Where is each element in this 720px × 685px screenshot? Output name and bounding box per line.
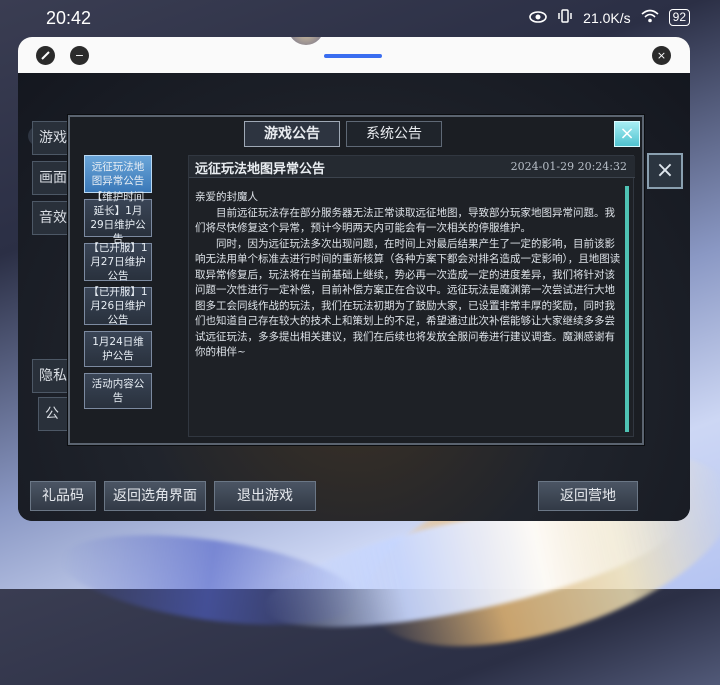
tab-system-announcement[interactable]: 系统公告 <box>346 121 442 147</box>
announcement-content: 远征玩法地图异常公告 2024-01-29 20:24:32 亲爱的封魔人 目前… <box>188 155 635 437</box>
return-character-select-button[interactable]: 返回选角界面 <box>104 481 206 511</box>
window-minimize-button[interactable]: − <box>70 46 89 65</box>
exit-game-button[interactable]: 退出游戏 <box>214 481 316 511</box>
announcement-title: 远征玩法地图异常公告 <box>195 162 326 177</box>
announcement-item[interactable]: 【维护时间延长】1月29日维护公告 <box>84 191 152 245</box>
announcement-item[interactable]: 【已开服】1月26日维护公告 <box>84 286 152 326</box>
announcement-header: 远征玩法地图异常公告 2024-01-29 20:24:32 <box>189 156 635 178</box>
window-titlebar: − × <box>18 37 690 73</box>
window-app-icon <box>288 37 324 45</box>
content-scrollbar[interactable] <box>625 186 629 432</box>
window-drag-handle[interactable] <box>324 54 382 58</box>
eye-icon <box>529 10 547 26</box>
game-menu-button[interactable]: 画面 <box>32 161 72 195</box>
tab-game-announcement[interactable]: 游戏公告 <box>244 121 340 147</box>
game-menu-button[interactable]: 隐私 <box>32 359 72 393</box>
wifi-icon <box>641 9 659 26</box>
window-close-button[interactable]: × <box>652 46 671 65</box>
game-close-button[interactable]: × <box>647 153 683 189</box>
announcement-dialog: 游戏公告 系统公告 × 远征玩法地图异常公告 【维护时间延长】1月29日维护公告… <box>68 115 644 445</box>
return-camp-button[interactable]: 返回营地 <box>538 481 638 511</box>
announcement-item[interactable]: 远征玩法地图异常公告 <box>84 155 152 193</box>
dialog-close-button[interactable]: × <box>614 121 640 147</box>
announcement-date: 2024-01-29 20:24:32 <box>510 160 627 173</box>
announcement-greeting: 亲爱的封魔人 <box>195 191 258 203</box>
status-icons: 21.0K/s 92 <box>529 9 690 26</box>
scrollbar-thumb[interactable] <box>625 186 629 432</box>
announcement-paragraph: 同时，因为远征玩法多次出现问题，在时间上对最后结果产生了一定的影响，目前该影响无… <box>195 237 621 359</box>
announcement-item[interactable]: 1月24日维护公告 <box>84 331 152 367</box>
announcement-item[interactable]: 【已开服】1月27日维护公告 <box>84 242 152 282</box>
vibrate-icon <box>557 9 573 26</box>
announcement-list: 远征玩法地图异常公告 【维护时间延长】1月29日维护公告 【已开服】1月27日维… <box>84 155 152 415</box>
battery-level: 92 <box>668 9 690 26</box>
announcement-tabs: 游戏公告 系统公告 <box>244 121 442 147</box>
announcement-paragraph: 目前远征玩法存在部分服务器无法正常读取远征地图，导致部分玩家地图异常问题。我们将… <box>195 206 615 235</box>
network-speed: 21.0K/s <box>583 9 631 26</box>
game-menu-button[interactable]: 游戏 <box>32 121 72 155</box>
gift-code-button[interactable]: 礼品码 <box>30 481 96 511</box>
announcement-item[interactable]: 活动内容公告 <box>84 373 152 409</box>
announcement-body: 亲爱的封魔人 目前远征玩法存在部分服务器无法正常读取远征地图，导致部分玩家地图异… <box>195 190 623 361</box>
window-resize-icon[interactable] <box>36 46 55 65</box>
status-time: 20:42 <box>46 8 92 28</box>
status-bar: 20:42 21.0K/s 92 <box>0 0 720 36</box>
game-menu-button[interactable]: 音效 <box>32 201 72 235</box>
